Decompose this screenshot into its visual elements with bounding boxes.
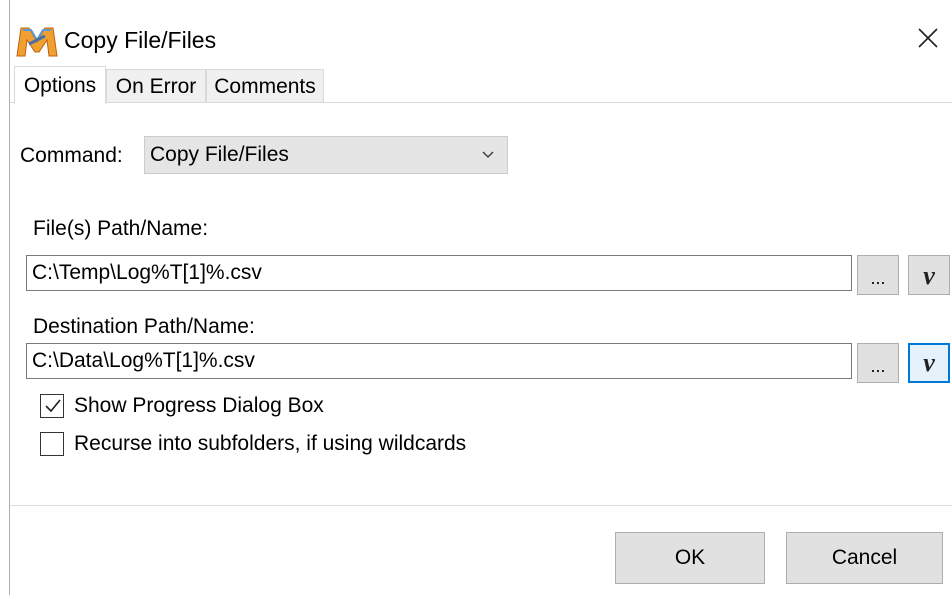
checkmark-icon (45, 399, 61, 413)
source-path-input[interactable] (26, 255, 852, 291)
command-selected-value: Copy File/Files (150, 143, 289, 166)
command-dropdown[interactable]: Copy File/Files (144, 136, 508, 174)
destination-path-input[interactable] (26, 343, 852, 379)
show-progress-label[interactable]: Show Progress Dialog Box (74, 392, 324, 420)
window-title: Copy File/Files (64, 27, 217, 53)
tab-options[interactable]: Options (14, 66, 106, 104)
cancel-button[interactable]: Cancel (786, 532, 943, 584)
destination-path-label: Destination Path/Name: (33, 315, 255, 338)
ok-button[interactable]: OK (615, 532, 765, 584)
destination-browse-button[interactable]: ... (857, 343, 899, 383)
close-icon (918, 28, 938, 48)
macro-m-icon (15, 24, 59, 58)
source-path-label: File(s) Path/Name: (33, 217, 209, 240)
tab-comments[interactable]: Comments (206, 69, 324, 102)
close-button[interactable] (904, 15, 952, 61)
tab-on-error[interactable]: On Error (106, 69, 206, 102)
source-browse-button[interactable]: ... (857, 255, 899, 295)
source-variable-button[interactable]: v (908, 255, 950, 295)
command-label: Command: (20, 144, 123, 167)
chevron-down-icon (482, 151, 494, 158)
destination-variable-button[interactable]: v (908, 343, 950, 383)
recurse-checkbox[interactable] (40, 432, 64, 456)
show-progress-checkbox[interactable] (40, 394, 64, 418)
recurse-label[interactable]: Recurse into subfolders, if using wildca… (74, 430, 466, 458)
